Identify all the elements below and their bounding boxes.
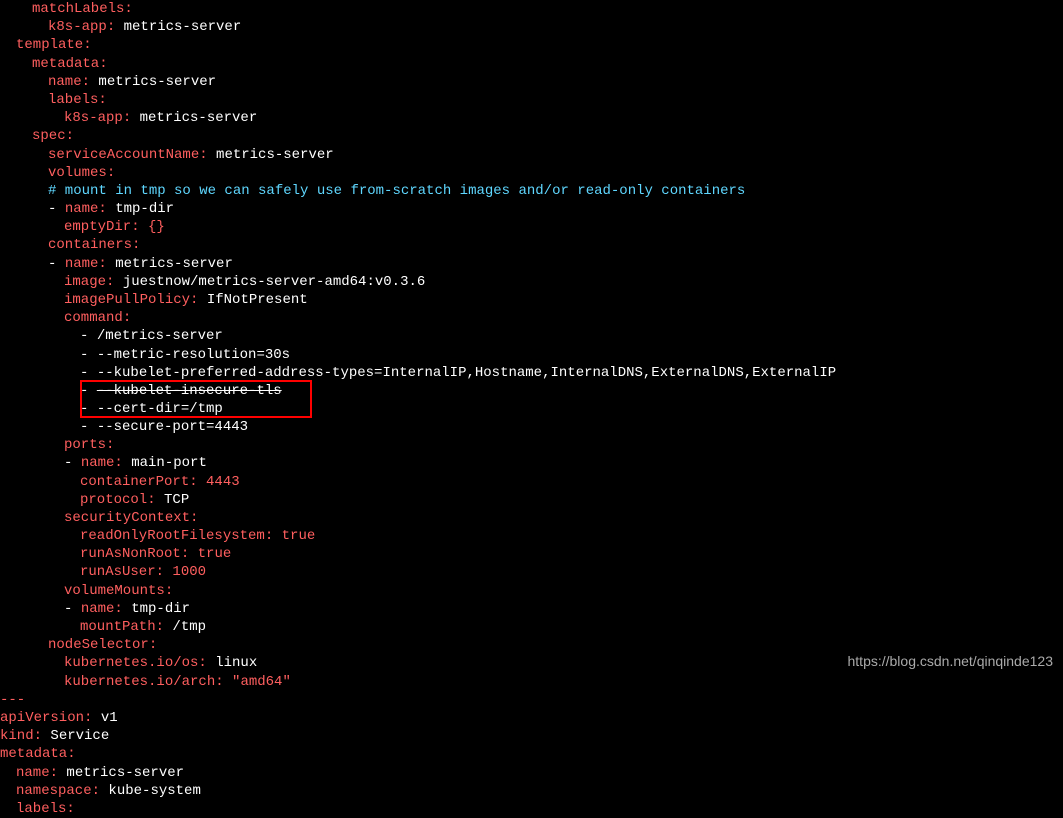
code-line: - name: tmp-dir bbox=[0, 600, 1063, 618]
highlighted-region: - --kubelet-insecure-tls - --cert-dir=/t… bbox=[0, 382, 1063, 418]
code-line: emptyDir: {} bbox=[0, 218, 1063, 236]
code-line: kubernetes.io/arch: "amd64" bbox=[0, 673, 1063, 691]
code-line: - --metric-resolution=30s bbox=[0, 346, 1063, 364]
code-line: labels: bbox=[0, 91, 1063, 109]
code-line: namespace: kube-system bbox=[0, 782, 1063, 800]
code-line: - --secure-port=4443 bbox=[0, 418, 1063, 436]
code-line: apiVersion: v1 bbox=[0, 709, 1063, 727]
code-line: readOnlyRootFilesystem: true bbox=[0, 527, 1063, 545]
code-line: - /metrics-server bbox=[0, 327, 1063, 345]
code-line: matchLabels: bbox=[0, 0, 1063, 18]
code-line: - name: main-port bbox=[0, 454, 1063, 472]
code-line: ports: bbox=[0, 436, 1063, 454]
code-line: metadata: bbox=[0, 745, 1063, 763]
code-line: image: juestnow/metrics-server-amd64:v0.… bbox=[0, 273, 1063, 291]
code-line: k8s-app: metrics-server bbox=[0, 109, 1063, 127]
code-line: # mount in tmp so we can safely use from… bbox=[0, 182, 1063, 200]
code-line: template: bbox=[0, 36, 1063, 54]
code-line: volumeMounts: bbox=[0, 582, 1063, 600]
code-line: containerPort: 4443 bbox=[0, 473, 1063, 491]
code-line: metadata: bbox=[0, 55, 1063, 73]
code-line: kind: Service bbox=[0, 727, 1063, 745]
code-line: containers: bbox=[0, 236, 1063, 254]
code-line: --- bbox=[0, 691, 1063, 709]
code-line: - name: metrics-server bbox=[0, 255, 1063, 273]
code-line: runAsUser: 1000 bbox=[0, 563, 1063, 581]
code-line: name: metrics-server bbox=[0, 73, 1063, 91]
code-line: volumes: bbox=[0, 164, 1063, 182]
code-line: k8s-app: metrics-server bbox=[0, 18, 1063, 36]
code-line: name: metrics-server bbox=[0, 764, 1063, 782]
code-line: serviceAccountName: metrics-server bbox=[0, 146, 1063, 164]
watermark: https://blog.csdn.net/qinqinde123 bbox=[848, 652, 1054, 670]
code-line: command: bbox=[0, 309, 1063, 327]
code-line: spec: bbox=[0, 127, 1063, 145]
code-line: - name: tmp-dir bbox=[0, 200, 1063, 218]
code-block: matchLabels: k8s-app: metrics-server tem… bbox=[0, 0, 1063, 818]
code-line: labels: bbox=[0, 800, 1063, 818]
code-line: securityContext: bbox=[0, 509, 1063, 527]
code-line: protocol: TCP bbox=[0, 491, 1063, 509]
code-line: mountPath: /tmp bbox=[0, 618, 1063, 636]
code-line: runAsNonRoot: true bbox=[0, 545, 1063, 563]
code-line: imagePullPolicy: IfNotPresent bbox=[0, 291, 1063, 309]
